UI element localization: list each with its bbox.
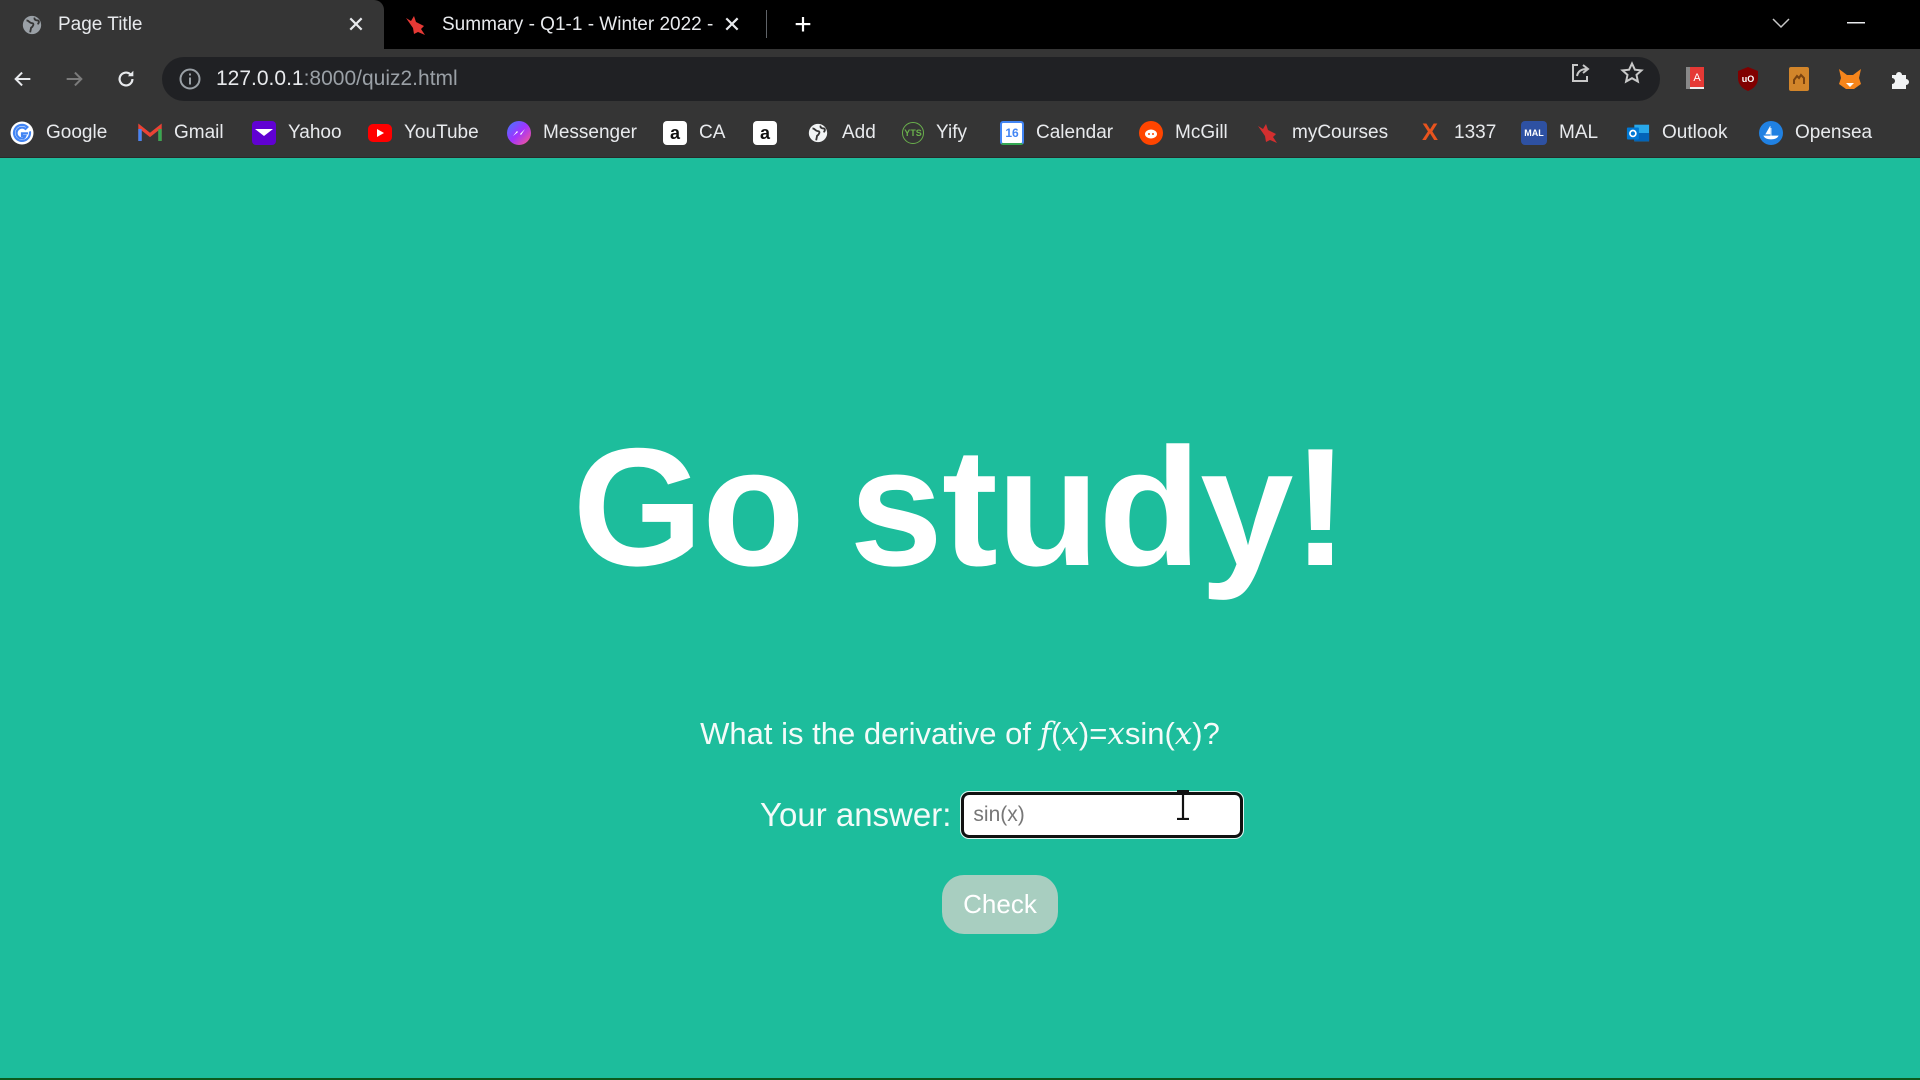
check-button[interactable]: Check [942, 875, 1058, 934]
bookmark-add[interactable]: Add [806, 120, 876, 146]
amazon-icon: a [753, 121, 777, 145]
bookmark-mcgill[interactable]: McGill [1139, 120, 1228, 146]
answer-label: Your answer: [760, 796, 952, 833]
gmail-icon [138, 121, 162, 145]
tab-title: Summary - Q1-1 - Winter 2022 - [442, 13, 714, 35]
math-sin: sin( [1124, 716, 1175, 751]
math-f: f [1039, 716, 1052, 752]
mycourses-bird-icon [1256, 121, 1280, 145]
bookmark-label: myCourses [1292, 122, 1389, 143]
bookmark-amazon[interactable]: a [753, 120, 777, 146]
tab-search-chevron-icon[interactable] [1762, 6, 1800, 40]
bookmark-1337[interactable]: X 1337 [1418, 119, 1497, 146]
amazon-icon: a [663, 121, 687, 145]
messenger-icon [507, 121, 531, 145]
1337x-icon: X [1421, 119, 1438, 146]
page-headline: Go study! [572, 413, 1349, 601]
url-path: :8000/quiz2.html [303, 67, 458, 90]
svg-text:A: A [1693, 72, 1701, 84]
question-suffix: )? [1192, 716, 1220, 751]
bookmark-amazon-ca[interactable]: a CA [663, 120, 725, 146]
math-paren: ( [1051, 716, 1062, 751]
info-icon[interactable] [178, 67, 202, 91]
bookmarks-bar: Google Gmail Yahoo YouTube Messenger a C… [0, 108, 1920, 158]
puzzle-extensions-icon[interactable] [1886, 65, 1914, 93]
new-tab-button[interactable]: + [786, 8, 820, 42]
bookmark-calendar[interactable]: 16 Calendar [1000, 120, 1113, 146]
globe-icon [20, 13, 44, 37]
close-tab-icon[interactable]: ✕ [342, 11, 370, 39]
answer-row: Your answer: [760, 790, 1245, 840]
tab-summary[interactable]: Summary - Q1-1 - Winter 2022 - ✕ [386, 0, 760, 49]
bookmark-outlook[interactable]: Outlook [1626, 120, 1727, 146]
bookmark-label: Calendar [1036, 122, 1114, 143]
google-icon [10, 121, 34, 145]
bookmark-youtube[interactable]: YouTube [368, 120, 479, 146]
answer-input[interactable] [960, 791, 1245, 839]
url-host: 127.0.0.1 [216, 67, 304, 90]
bookmark-label: Google [46, 122, 108, 143]
bookmark-mal[interactable]: MAL MAL [1521, 120, 1598, 146]
close-tab-icon[interactable]: ✕ [718, 11, 746, 39]
camel-extension-icon[interactable] [1785, 65, 1813, 93]
bookmark-label: Opensea [1795, 122, 1873, 143]
google-calendar-icon: 16 [1000, 121, 1024, 145]
bookmark-google[interactable]: Google [10, 120, 107, 146]
bookmark-yify[interactable]: YTS Yify [902, 120, 967, 146]
tab-title: Page Title [58, 13, 143, 35]
bookmark-label: McGill [1175, 122, 1228, 143]
bookmark-gmail[interactable]: Gmail [138, 120, 224, 146]
forward-arrow-icon[interactable] [54, 59, 94, 99]
question-text: What is the derivative of f(x)=xsin(x)? [0, 716, 1920, 752]
bookmark-label: 1337 [1454, 122, 1497, 143]
outlook-icon [1626, 121, 1650, 145]
bookmark-label: Yify [936, 122, 967, 143]
yahoo-icon [252, 121, 276, 145]
dictionary-extension-icon[interactable]: A [1681, 65, 1709, 93]
back-arrow-icon[interactable] [3, 59, 43, 99]
bookmark-label: Yahoo [288, 122, 342, 143]
tab-page-title[interactable]: Page Title ✕ [0, 0, 384, 49]
tab-separator [766, 10, 767, 38]
bookmark-yahoo[interactable]: Yahoo [252, 120, 342, 146]
reload-icon[interactable] [106, 59, 146, 99]
bookmark-messenger[interactable]: Messenger [507, 120, 637, 146]
bookmark-label: MAL [1559, 122, 1599, 143]
bookmark-label: YouTube [404, 122, 479, 143]
mycourses-bird-icon [404, 13, 428, 37]
math-equals: )= [1078, 716, 1108, 751]
bookmark-label: CA [699, 122, 726, 143]
youtube-icon [368, 124, 392, 142]
bookmark-label: Add [842, 122, 876, 143]
bookmark-label: Gmail [174, 122, 224, 143]
star-icon[interactable] [1618, 59, 1646, 87]
globe-icon [806, 121, 830, 145]
yts-icon: YTS [902, 122, 924, 144]
math-x: x [1174, 716, 1193, 752]
bookmark-label: Messenger [543, 122, 637, 143]
quiz-page: Go study! What is the derivative of f(x)… [0, 158, 1920, 1078]
tab-strip: Page Title ✕ Summary - Q1-1 - Winter 202… [0, 0, 1920, 49]
myanimelist-icon: MAL [1521, 121, 1547, 145]
address-bar[interactable]: 127.0.0.1:8000/quiz2.html [162, 57, 1660, 101]
ublock-origin-icon[interactable]: uO [1734, 65, 1762, 93]
math-x: x [1107, 716, 1125, 752]
svg-text:uO: uO [1742, 74, 1755, 84]
reddit-icon [1139, 121, 1163, 145]
math-x: x [1061, 716, 1079, 752]
question-prefix: What is the derivative of [700, 716, 1040, 751]
share-icon[interactable] [1566, 59, 1594, 87]
bookmark-mycourses[interactable]: myCourses [1256, 120, 1388, 146]
opensea-icon [1759, 121, 1783, 145]
minimize-window-icon[interactable] [1836, 6, 1876, 40]
metamask-fox-icon[interactable] [1836, 65, 1864, 93]
bookmark-opensea[interactable]: Opensea [1759, 120, 1872, 146]
bookmark-label: Outlook [1662, 122, 1728, 143]
url-text[interactable]: 127.0.0.1:8000/quiz2.html [216, 67, 458, 91]
browser-toolbar: 127.0.0.1:8000/quiz2.html A uO [0, 49, 1920, 108]
